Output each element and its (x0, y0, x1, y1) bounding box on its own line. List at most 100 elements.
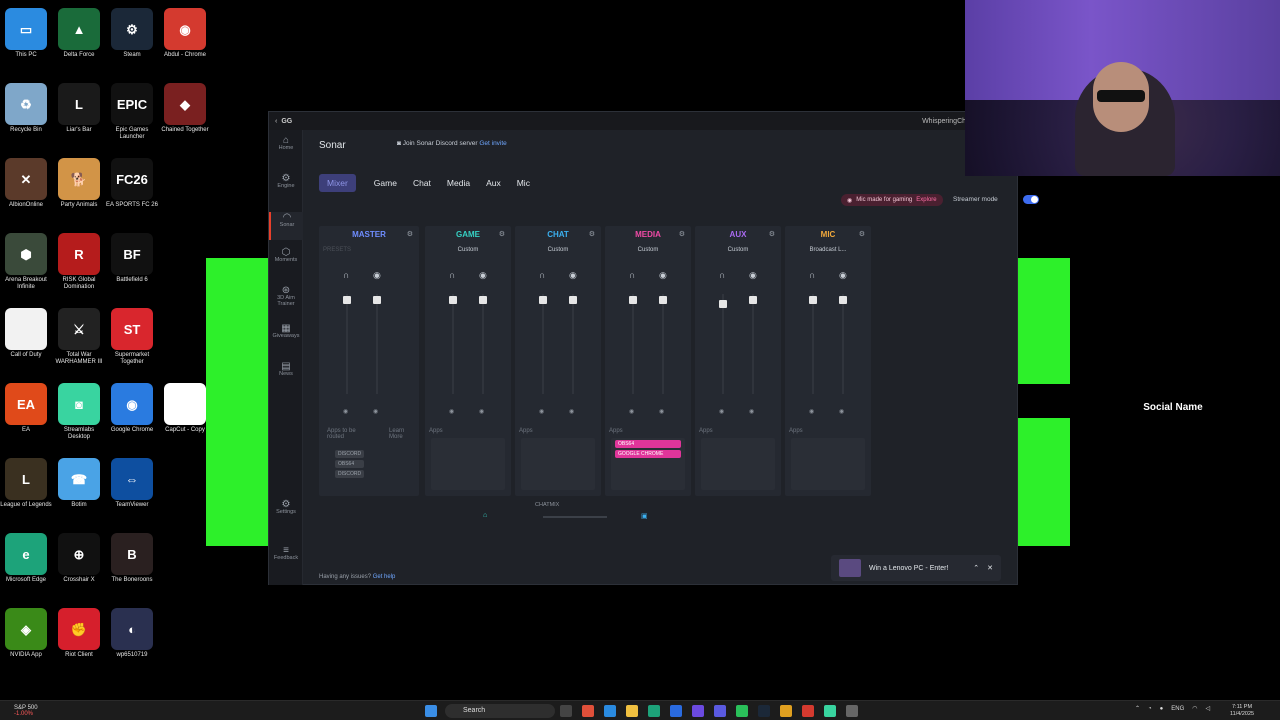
streamer-mode-toggle[interactable] (1023, 195, 1039, 204)
headphone-volume-track[interactable] (632, 294, 634, 394)
app-pill[interactable]: OBS64 (335, 460, 365, 468)
preset-selector[interactable]: Custom (605, 247, 691, 253)
chevron-up-icon[interactable]: ⌃ (973, 564, 979, 572)
tab-chat[interactable]: Chat (405, 174, 439, 192)
broadcast-volume-track[interactable] (752, 294, 754, 394)
taskbar-app-icon[interactable] (604, 705, 616, 717)
broadcast-volume-track[interactable] (376, 294, 378, 394)
broadcast-volume-slider[interactable] (373, 296, 381, 304)
desktop-icon[interactable]: ✂ CapCut - Copy (158, 383, 212, 434)
network-icon[interactable]: ◔ (1148, 706, 1152, 712)
folder-icon[interactable] (626, 705, 638, 717)
mic-promo-explore[interactable]: Explore (916, 197, 936, 203)
chatmix-slider[interactable] (543, 516, 607, 518)
nav-item-moments[interactable]: ⬡ Moments (269, 248, 303, 264)
nav-item-sonar[interactable]: ◠ Sonar (269, 212, 303, 240)
app-pill[interactable]: GOOGLE CHROME (615, 450, 681, 458)
headphone-volume-slider[interactable] (343, 296, 351, 304)
desktop-icon[interactable]: L Liar's Bar (52, 83, 106, 134)
promo-toast[interactable]: Win a Lenovo PC - Enter! ⌃ ✕ (831, 555, 1001, 581)
mute-icon[interactable]: ◉ (449, 408, 454, 415)
taskbar-app-icon[interactable] (758, 705, 770, 717)
broadcast-volume-slider[interactable] (839, 296, 847, 304)
stock-widget[interactable]: S&P 500 -1.00% (14, 705, 38, 717)
tab-media[interactable]: Media (439, 174, 478, 192)
nav-item-news[interactable]: ▤ News (269, 362, 303, 378)
headphone-volume-slider[interactable] (809, 296, 817, 304)
preset-selector[interactable]: Custom (515, 247, 601, 253)
app-drop-zone[interactable] (791, 438, 865, 490)
desktop-icon[interactable]: BF Battlefield 6 (105, 233, 159, 284)
preset-selector[interactable]: Custom (695, 247, 781, 253)
broadcast-volume-slider[interactable] (569, 296, 577, 304)
mute-icon[interactable]: ◉ (479, 408, 484, 415)
gear-icon[interactable]: ⚙ (589, 230, 595, 238)
discord-banner[interactable]: ◙ Join Sonar Discord server Get invite (397, 140, 507, 147)
app-pill[interactable]: OBS64 (615, 440, 681, 448)
mic-icon[interactable]: ● (1160, 706, 1164, 712)
desktop-icon[interactable]: ◐ wp6510719 (105, 608, 159, 659)
tab-mixer[interactable]: Mixer (319, 174, 356, 192)
mute-icon[interactable]: ◉ (839, 408, 844, 415)
headphone-volume-slider[interactable] (449, 296, 457, 304)
taskbar-app-icon[interactable] (714, 705, 726, 717)
volume-icon[interactable]: ◁ (1206, 705, 1211, 712)
desktop-icon[interactable]: ⚙ Steam (105, 8, 159, 59)
broadcast-volume-track[interactable] (572, 294, 574, 394)
desktop-icon[interactable]: ☎ Botim (52, 458, 106, 509)
desktop-icon[interactable]: 🐕 Party Animals (52, 158, 106, 209)
taskbar-app-icon[interactable] (736, 705, 748, 717)
mute-icon[interactable]: ◉ (749, 408, 754, 415)
desktop-icon[interactable]: ◙ Streamlabs Desktop (52, 383, 106, 441)
taskbar-app-icon[interactable] (846, 705, 858, 717)
preset-selector[interactable]: Custom (425, 247, 511, 253)
gear-icon[interactable]: ⚙ (499, 230, 505, 238)
app-drop-zone[interactable] (701, 438, 775, 490)
nav-item-giveaways[interactable]: ▦ Giveaways (269, 324, 303, 340)
desktop-icon[interactable]: ⊕ Crosshair X (52, 533, 106, 584)
mute-icon[interactable]: ◉ (373, 408, 378, 415)
desktop-icon[interactable]: ST Supermarket Together (105, 308, 159, 366)
nav-item-engine[interactable]: ⚙ Engine (269, 174, 303, 190)
mute-icon[interactable]: ◉ (629, 408, 634, 415)
desktop-icon[interactable]: ⬢ Arena Breakout Infinite (0, 233, 53, 291)
headphone-volume-slider[interactable] (629, 296, 637, 304)
desktop-icon[interactable]: e Microsoft Edge (0, 533, 53, 584)
mute-icon[interactable]: ◉ (569, 408, 574, 415)
desktop-icon[interactable]: EPIC Epic Games Launcher (105, 83, 159, 141)
taskbar-app-icon[interactable] (780, 705, 792, 717)
windows-start-icon[interactable] (425, 705, 437, 717)
app-drop-zone[interactable] (431, 438, 505, 490)
taskbar-app-icon[interactable] (648, 705, 660, 717)
headphone-volume-slider[interactable] (539, 296, 547, 304)
desktop-icon[interactable]: ⇔ TeamViewer (105, 458, 159, 509)
app-drop-zone[interactable] (521, 438, 595, 490)
app-drop-zone[interactable]: OBS64 GOOGLE CHROME (611, 438, 685, 490)
desktop-icon[interactable]: FC26 EA SPORTS FC 26 (105, 158, 159, 209)
nav-item-settings[interactable]: ⚙ Settings (269, 500, 303, 516)
taskbar-app-icon[interactable] (692, 705, 704, 717)
wifi-icon[interactable]: ◠ (1192, 705, 1197, 712)
learn-more-link[interactable]: Learn More (389, 428, 413, 440)
mute-icon[interactable]: ◉ (343, 408, 348, 415)
taskbar-app-icon[interactable] (560, 705, 572, 717)
nav-item-3d-aim-trainer[interactable]: ⊛ 3D Aim Trainer (269, 286, 303, 308)
desktop-icon[interactable]: B The Boneroons (105, 533, 159, 584)
gear-icon[interactable]: ⚙ (859, 230, 865, 238)
discord-invite-link[interactable]: Get invite (479, 140, 506, 147)
app-pill[interactable]: DISCORD (335, 470, 365, 478)
mute-icon[interactable]: ◉ (719, 408, 724, 415)
mute-icon[interactable]: ◉ (809, 408, 814, 415)
taskbar-app-icon[interactable] (824, 705, 836, 717)
mic-promo[interactable]: ◉ Mic made for gaming Explore (841, 194, 943, 206)
gear-icon[interactable]: ⚙ (679, 230, 685, 238)
taskbar-search[interactable]: Search (445, 704, 555, 718)
desktop-icon[interactable]: ✕ AlbionOnline (0, 158, 53, 209)
desktop-icon[interactable]: ▭ This PC (0, 8, 53, 59)
tab-game[interactable]: Game (366, 174, 405, 192)
headphone-volume-track[interactable] (452, 294, 454, 394)
desktop-icon[interactable]: ◉ Abdul - Chrome (158, 8, 212, 59)
desktop-icon[interactable]: EA EA (0, 383, 53, 434)
app-pill[interactable]: DISCORD (335, 450, 365, 458)
broadcast-volume-slider[interactable] (659, 296, 667, 304)
